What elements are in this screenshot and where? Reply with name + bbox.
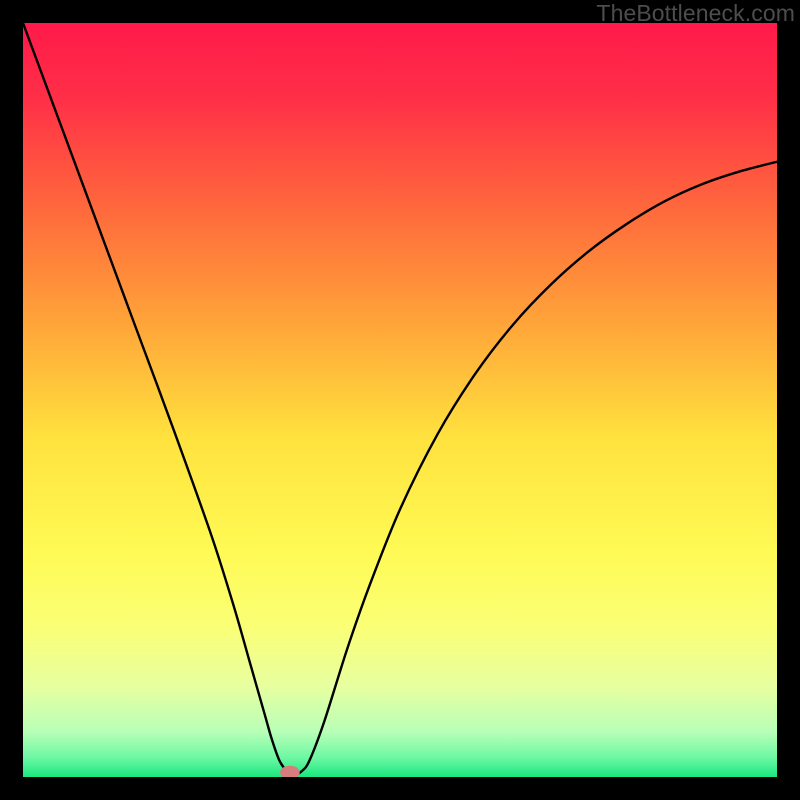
plot-area [23, 23, 777, 777]
chart-svg [23, 23, 777, 777]
gradient-background [23, 23, 777, 777]
chart-frame: TheBottleneck.com [0, 0, 800, 800]
